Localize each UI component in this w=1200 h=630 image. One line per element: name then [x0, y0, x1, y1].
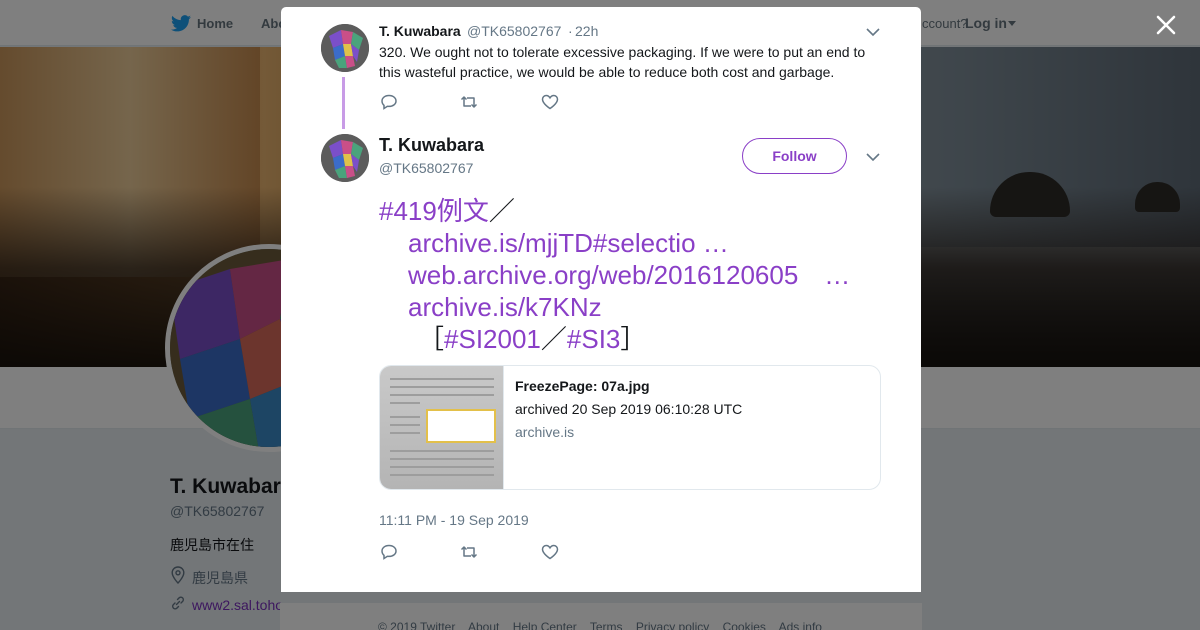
tweet-link-archive-is-k7knz[interactable]: archive.is/k7KNz — [408, 291, 602, 323]
retweet-icon[interactable] — [460, 544, 478, 560]
card-description: archived 20 Sep 2019 06:10:28 UTC — [515, 401, 743, 417]
like-heart-icon[interactable] — [541, 94, 559, 110]
bracket-close: ］ — [620, 324, 647, 354]
main-tweet-author-handle[interactable]: @TK65802767 — [379, 160, 473, 176]
tweet-timestamp[interactable]: 11:11 PM - 19 Sep 2019 — [379, 512, 529, 528]
chevron-down-icon[interactable] — [866, 152, 880, 162]
tweet-link-web-archive[interactable]: web.archive.org/web/2016120605 … — [408, 259, 850, 291]
slash-separator: ／ — [488, 196, 515, 226]
like-heart-icon[interactable] — [541, 544, 559, 560]
parent-tweet-author-name[interactable]: T. Kuwabara — [379, 23, 461, 39]
parent-tweet-avatar[interactable] — [321, 24, 369, 72]
chevron-down-icon[interactable] — [866, 27, 880, 37]
slash-separator: ／ — [540, 324, 567, 354]
follow-button[interactable]: Follow — [742, 138, 847, 174]
parent-tweet-author-handle[interactable]: @TK65802767 — [467, 23, 561, 39]
reply-icon[interactable] — [381, 544, 399, 560]
main-tweet-avatar[interactable] — [321, 134, 369, 182]
card-thumbnail-image — [380, 366, 504, 489]
parent-tweet-text: 320. We ought not to tolerate excessive … — [379, 44, 866, 80]
parent-tweet-separator: · — [568, 23, 573, 39]
hashtag-419[interactable]: #419例文 — [379, 196, 489, 226]
bracket-open: ［ — [418, 324, 445, 354]
hashtag-si2001[interactable]: #SI2001 — [444, 324, 541, 354]
reply-icon[interactable] — [381, 94, 399, 110]
thread-connector-line — [342, 77, 345, 129]
tweet-text-line-1: #419例文／ — [379, 195, 515, 227]
parent-tweet-time[interactable]: 22h — [575, 23, 598, 39]
hashtag-si3[interactable]: #SI3 — [567, 324, 621, 354]
card-domain: archive.is — [515, 424, 575, 440]
card-title: FreezePage: 07a.jpg — [515, 378, 650, 394]
retweet-icon[interactable] — [460, 94, 478, 110]
main-tweet-author-name[interactable]: T. Kuwabara — [379, 135, 484, 156]
close-icon[interactable] — [1153, 12, 1179, 38]
tweet-link-archive-is-mjjtd[interactable]: archive.is/mjjTD#selectio … — [408, 227, 729, 259]
tweet-permalink-modal: T. Kuwabara @TK65802767 · 22h 320. We ou… — [281, 7, 921, 592]
tweet-text-line-5: ［#SI2001／#SI3］ — [418, 323, 646, 355]
link-preview-card[interactable]: FreezePage: 07a.jpg archived 20 Sep 2019… — [379, 365, 881, 490]
